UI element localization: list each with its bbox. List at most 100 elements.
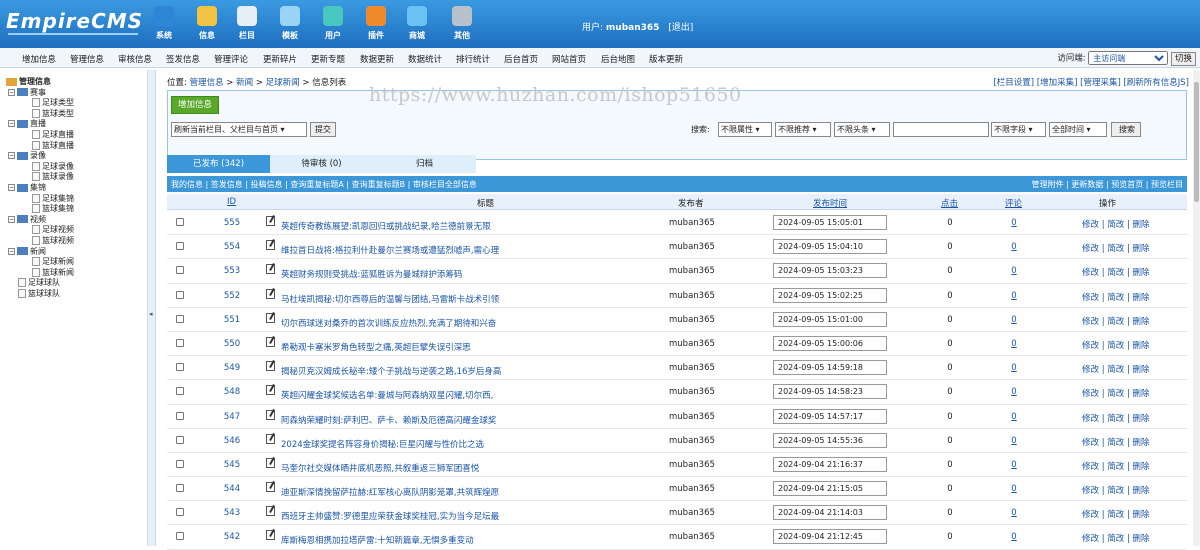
sidebar-group[interactable]: − 直播 (8, 118, 46, 129)
info-filter-links[interactable]: 我的信息 | 签发信息 | 投稿信息 | 查询重复标题A | 查询重复标题B |… (171, 179, 477, 190)
row-title-link[interactable]: 马奎尔社交媒体晒井底机恶照,共叙重返三狮军团喜悦 (281, 462, 651, 474)
headline-filter-select[interactable]: 不限头条 ▾ (834, 122, 890, 137)
sidebar-splitter[interactable]: ◂ (148, 70, 156, 546)
row-ops-links[interactable]: 修改 | 简改 | 删除 (1082, 218, 1150, 230)
sidebar-item[interactable]: 足球集锦 (32, 193, 74, 204)
row-title-link[interactable]: 英超财务规则受挑战:蓝狐胜诉为曼城辩护添筹码 (281, 268, 651, 280)
row-ops-links[interactable]: 修改 | 简改 | 删除 (1082, 242, 1150, 254)
row-checkbox[interactable] (176, 290, 184, 299)
sidebar-item[interactable]: 篮球球队 (18, 288, 60, 299)
row-time-field[interactable]: 2024-09-05 14:57:17 (773, 408, 887, 424)
collapse-box-icon[interactable]: − (8, 120, 15, 128)
row-ops-links[interactable]: 修改 | 简改 | 删除 (1082, 266, 1150, 278)
row-checkbox[interactable] (176, 459, 184, 468)
row-time-field[interactable]: 2024-09-05 14:59:18 (773, 360, 887, 376)
row-title-link[interactable]: 库斯梅恩相携加拉塔萨雷:十知新篇章,无惧多重变动 (281, 534, 651, 546)
row-comments-link[interactable]: 0 (1009, 436, 1019, 446)
menu-item[interactable]: 管理信息 (70, 53, 104, 65)
row-title-link[interactable]: 阿森纳荣耀时刻:萨利巴、萨卡、赖斯及厄德高闪耀金球奖 (281, 414, 651, 426)
sidebar-item[interactable]: 足球类型 (32, 97, 74, 108)
visit-select[interactable]: 主访问端 (1088, 51, 1169, 65)
topnav-user[interactable]: 用户 (315, 6, 351, 44)
row-comments-link[interactable]: 0 (1009, 218, 1019, 228)
row-time-field[interactable]: 2024-09-04 21:16:37 (773, 456, 887, 472)
menu-item[interactable]: 后台首页 (504, 53, 538, 65)
row-ops-links[interactable]: 修改 | 简改 | 删除 (1082, 436, 1150, 448)
tab-pending[interactable]: 待审核 (0) (270, 155, 373, 173)
row-time-field[interactable]: 2024-09-04 21:12:45 (773, 529, 887, 545)
menu-item[interactable]: 管理评论 (214, 53, 248, 65)
menu-item[interactable]: 排行统计 (456, 53, 490, 65)
sidebar-group[interactable]: − 赛事 (8, 87, 46, 98)
sidebar-item[interactable]: 篮球集锦 (32, 203, 74, 214)
menu-item[interactable]: 后台地图 (601, 53, 635, 65)
row-checkbox[interactable] (176, 387, 184, 396)
row-checkbox[interactable] (176, 484, 184, 493)
row-comments-link[interactable]: 0 (1009, 266, 1019, 276)
sidebar-item[interactable]: 篮球直播 (32, 140, 74, 151)
breadcrumb-link[interactable]: 管理信息 (190, 78, 224, 88)
row-checkbox[interactable] (176, 266, 184, 275)
row-ops-links[interactable]: 修改 | 简改 | 删除 (1082, 532, 1150, 544)
sidebar-item[interactable]: 篮球录像 (32, 171, 74, 182)
sidebar-item[interactable]: 篮球视频 (32, 235, 74, 246)
row-time-field[interactable]: 2024-09-05 15:00:06 (773, 335, 887, 351)
sidebar-item[interactable]: 足球视频 (32, 224, 74, 235)
switch-button[interactable]: 切换 (1170, 51, 1196, 66)
menu-item[interactable]: 数据统计 (408, 53, 442, 65)
row-ops-links[interactable]: 修改 | 简改 | 删除 (1082, 460, 1150, 472)
logout-link[interactable]: [退出] (668, 23, 693, 33)
topnav-template[interactable]: 模板 (272, 6, 308, 44)
row-time-field[interactable]: 2024-09-05 14:55:36 (773, 432, 887, 448)
sort-comments[interactable]: 评论 (1005, 197, 1022, 209)
refresh-select[interactable]: 刷新当前栏目、父栏目与首页 ▾ (171, 122, 307, 137)
sidebar-group[interactable]: − 集锦 (8, 182, 46, 193)
topnav-folder[interactable]: 栏目 (229, 6, 265, 44)
row-time-field[interactable]: 2024-09-05 15:05:01 (773, 215, 887, 230)
field-select[interactable]: 不限字段 ▾ (991, 122, 1046, 137)
attr-filter-select[interactable]: 不限属性 ▾ (718, 122, 772, 137)
sidebar-item[interactable]: 足球录像 (32, 161, 74, 172)
search-button[interactable]: 搜索 (1111, 122, 1141, 137)
time-select[interactable]: 全部时间 ▾ (1049, 122, 1107, 137)
sort-clicks[interactable]: 点击 (941, 197, 958, 209)
sidebar-group[interactable]: − 视频 (8, 214, 46, 225)
row-title-link[interactable]: 西班牙主帅盛赞:罗德里应荣获金球奖桂冠,实为当今足坛最 (281, 510, 651, 522)
row-ops-links[interactable]: 修改 | 简改 | 删除 (1082, 412, 1150, 424)
row-comments-link[interactable]: 0 (1009, 339, 1019, 349)
sidebar-group[interactable]: − 新闻 (8, 246, 46, 257)
topnav-globe[interactable]: 系统 (146, 6, 182, 44)
menu-item[interactable]: 更新专题 (311, 53, 345, 65)
row-checkbox[interactable] (176, 314, 184, 323)
row-comments-link[interactable]: 0 (1009, 508, 1019, 518)
sidebar-root[interactable]: 管理信息 (6, 76, 51, 87)
row-title-link[interactable]: 希勒观卡塞米罗角色转型之痛,英超巨擘失误引深思 (281, 341, 651, 353)
row-title-link[interactable]: 马杜埃凯揭秘:切尔西尊后的温馨与团结,马雷斯卡战术引领 (281, 293, 651, 305)
tab-published[interactable]: 已发布 (342) (167, 155, 270, 173)
scroll-thumb[interactable] (1194, 82, 1199, 202)
row-title-link[interactable]: 迪亚斯深情挽留萨拉赫:红军核心离队阴影笼罩,共筑辉煌愿 (281, 486, 651, 498)
row-time-field[interactable]: 2024-09-04 21:14:03 (773, 505, 887, 521)
menu-item[interactable]: 数据更新 (360, 53, 394, 65)
sort-id[interactable]: ID (227, 197, 236, 207)
row-comments-link[interactable]: 0 (1009, 315, 1019, 325)
row-ops-links[interactable]: 修改 | 简改 | 删除 (1082, 315, 1150, 327)
row-checkbox[interactable] (176, 411, 184, 420)
row-time-field[interactable]: 2024-09-05 15:01:00 (773, 311, 887, 327)
row-comments-link[interactable]: 0 (1009, 291, 1019, 301)
row-ops-links[interactable]: 修改 | 简改 | 删除 (1082, 363, 1150, 375)
collapse-box-icon[interactable]: − (8, 215, 15, 223)
row-time-field[interactable]: 2024-09-05 15:04:10 (773, 239, 887, 255)
collapse-box-icon[interactable]: − (8, 184, 15, 191)
column-tool-links[interactable]: [栏目设置] [增加采集] [管理采集] [刷新所有信息JS] (993, 76, 1189, 88)
collapse-box-icon[interactable]: − (8, 88, 15, 96)
row-time-field[interactable]: 2024-09-05 15:02:25 (773, 287, 887, 303)
menu-item[interactable]: 审核信息 (118, 53, 152, 65)
topnav-edit[interactable]: 信息 (189, 6, 225, 44)
row-title-link[interactable]: 维拉首日战将:格拉利什赴曼尔兰赛场或遭猛烈嘘声,需心理 (281, 244, 651, 256)
row-comments-link[interactable]: 0 (1009, 484, 1019, 494)
row-time-field[interactable]: 2024-09-05 15:03:23 (773, 263, 887, 279)
tab-archive[interactable]: 归档 (373, 155, 476, 173)
row-title-link[interactable]: 英超闪耀金球奖候选名单:曼城与阿森纳双星闪耀,切尔西, (281, 389, 651, 401)
vertical-scrollbar[interactable] (1193, 70, 1200, 546)
